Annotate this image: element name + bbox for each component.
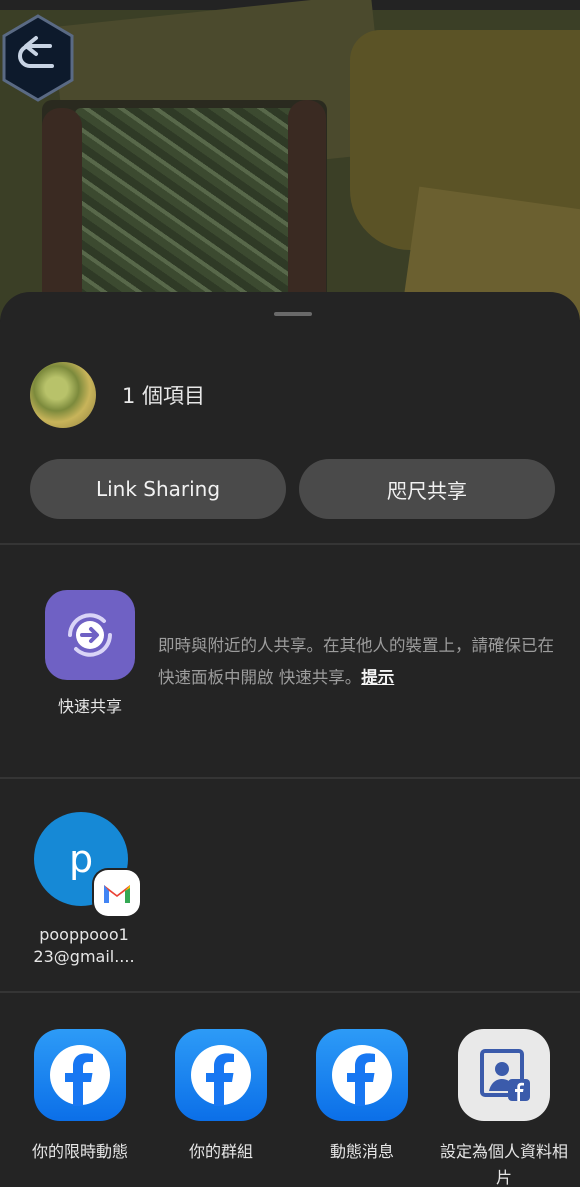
quick-share-hint-link[interactable]: 提示: [361, 668, 394, 687]
profile-picture-icon: [458, 1029, 550, 1121]
quick-share-label: 快速共享: [57, 697, 122, 716]
facebook-icon: [175, 1029, 267, 1121]
item-count: 1 個項目: [122, 384, 206, 408]
screen: 1 個項目 Link Sharing 咫尺共享 快速共享 即時與附近的人共享。在…: [0, 0, 580, 1187]
app-facebook-feed[interactable]: 動態消息: [296, 1029, 428, 1165]
background-photo: [0, 0, 580, 320]
app-facebook-groups[interactable]: 你的群組: [155, 1029, 287, 1165]
app-label: 你的限時動態: [31, 1142, 128, 1161]
facebook-icon: [316, 1029, 408, 1121]
facebook-icon: [34, 1029, 126, 1121]
divider: [0, 543, 580, 545]
back-button[interactable]: [0, 14, 76, 102]
quick-share-icon: [68, 613, 112, 657]
divider: [0, 991, 580, 993]
quick-share-description: 即時與附近的人共享。在其他人的裝置上，請確保已在快速面板中開啟 快速共享。提示: [158, 636, 554, 687]
quick-share-button[interactable]: [45, 590, 135, 680]
back-arrow-icon: [2, 14, 74, 102]
gmail-icon: [94, 870, 140, 916]
share-sheet: 1 個項目 Link Sharing 咫尺共享 快速共享 即時與附近的人共享。在…: [0, 292, 580, 1187]
app-label: 動態消息: [329, 1142, 394, 1161]
app-label: 你的群組: [188, 1142, 253, 1161]
item-thumbnail: [30, 362, 96, 428]
divider: [0, 777, 580, 779]
app-label: 設定為個人資料相片: [439, 1142, 568, 1187]
sheet-drag-handle[interactable]: [274, 312, 312, 316]
app-set-profile-picture[interactable]: 設定為個人資料相片: [438, 1029, 570, 1187]
link-sharing-button[interactable]: Link Sharing: [30, 459, 286, 519]
app-facebook-story[interactable]: 你的限時動態: [14, 1029, 146, 1165]
nearby-share-button[interactable]: 咫尺共享: [299, 459, 555, 519]
contact-name: pooppooo1 23@gmail....: [33, 925, 135, 966]
